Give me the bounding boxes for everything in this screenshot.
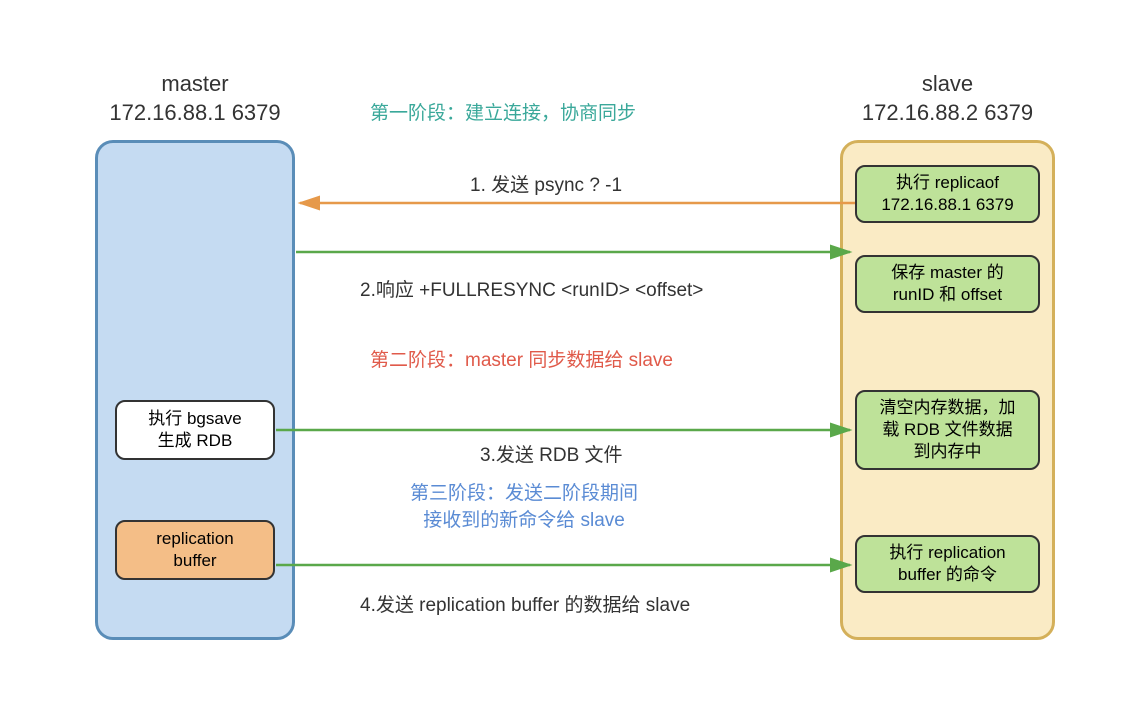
master-title: master 172.16.88.1 6379 <box>95 70 295 127</box>
step1-label: 1. 发送 psync ? -1 <box>470 170 622 197</box>
master-title-line2: 172.16.88.1 6379 <box>109 100 280 125</box>
slave-box-exec-repl: 执行 replication buffer 的命令 <box>855 535 1040 593</box>
slave-title: slave 172.16.88.2 6379 <box>840 70 1055 127</box>
stage3-line1: 第三阶段：发送二阶段期间 <box>410 483 638 504</box>
stage3-label: 第三阶段：发送二阶段期间 接收到的新命令给 slave <box>410 478 638 532</box>
slave-box-load-rdb: 清空内存数据，加 载 RDB 文件数据 到内存中 <box>855 390 1040 470</box>
stage3-line2: 接收到的新命令给 slave <box>423 510 625 531</box>
slave-box-replicaof: 执行 replicaof 172.16.88.1 6379 <box>855 165 1040 223</box>
slave-title-line1: slave <box>922 71 973 96</box>
slave-replicaof-text: 执行 replicaof 172.16.88.1 6379 <box>881 172 1013 216</box>
slave-exec-repl-text: 执行 replication buffer 的命令 <box>889 542 1005 586</box>
slave-save-runid-text: 保存 master 的 runID 和 offset <box>891 262 1003 306</box>
slave-box-save-runid: 保存 master 的 runID 和 offset <box>855 255 1040 313</box>
replication-buffer-text: replication buffer <box>156 528 234 572</box>
bgsave-box: 执行 bgsave 生成 RDB <box>115 400 275 460</box>
stage2-label: 第二阶段：master 同步数据给 slave <box>370 345 673 372</box>
step4-label: 4.发送 replication buffer 的数据给 slave <box>360 590 690 617</box>
slave-load-rdb-text: 清空内存数据，加 载 RDB 文件数据 到内存中 <box>880 397 1016 463</box>
replication-buffer-box: replication buffer <box>115 520 275 580</box>
bgsave-text: 执行 bgsave 生成 RDB <box>148 408 242 452</box>
master-title-line1: master <box>161 71 228 96</box>
slave-title-line2: 172.16.88.2 6379 <box>862 100 1033 125</box>
step3-label: 3.发送 RDB 文件 <box>480 440 623 467</box>
step2-label: 2.响应 +FULLRESYNC <runID> <offset> <box>360 275 703 302</box>
stage1-label: 第一阶段：建立连接，协商同步 <box>370 98 636 125</box>
